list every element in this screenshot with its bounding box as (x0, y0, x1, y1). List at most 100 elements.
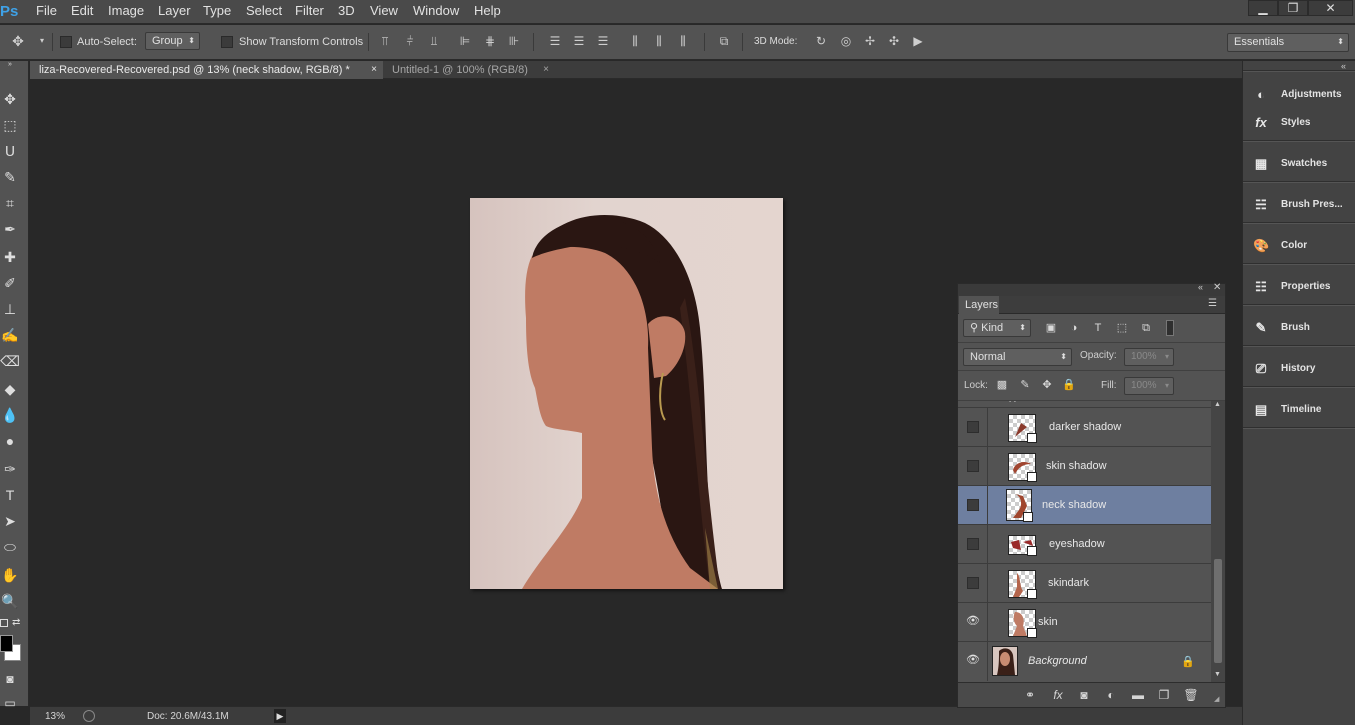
menu-edit[interactable]: Edit (71, 0, 93, 24)
filter-smart-object-icon[interactable]: ⧉ (1139, 321, 1153, 335)
filter-toggle-switch[interactable] (1166, 320, 1174, 336)
close-panel-icon[interactable]: ✕ (1213, 282, 1221, 293)
menu-layer[interactable]: Layer (158, 0, 191, 24)
menu-file[interactable]: File (36, 0, 57, 24)
path-selection-tool-icon[interactable]: ➤ (0, 509, 20, 533)
layer-name[interactable]: neck shadow (1042, 486, 1106, 525)
new-group-icon[interactable]: ▬ (1130, 687, 1146, 703)
menu-help[interactable]: Help (474, 0, 501, 24)
dock-color[interactable]: 🎨 Color (1244, 233, 1355, 259)
layer-name[interactable]: Background (1028, 642, 1087, 681)
history-brush-tool-icon[interactable]: ✍ (0, 323, 20, 347)
visibility-toggle[interactable] (958, 525, 988, 564)
blend-mode-dropdown[interactable]: Normal ⬍ (963, 348, 1072, 366)
eyedropper-tool-icon[interactable]: ✒ (0, 217, 20, 241)
screen-mode-icon[interactable]: ▭ (0, 691, 20, 715)
dock-swatches[interactable]: ▦ Swatches (1244, 151, 1355, 177)
status-info-icon[interactable] (83, 710, 95, 722)
menu-image[interactable]: Image (108, 0, 144, 24)
dock-brush[interactable]: ✎ Brush (1244, 315, 1355, 341)
layer-row-skindark[interactable]: skindark (958, 564, 1211, 603)
distribute-hcenter-icon[interactable]: ⫼ (651, 33, 667, 49)
auto-align-layers-icon[interactable]: ⧉ (716, 33, 732, 49)
layer-name[interactable]: skin shadow (1046, 447, 1107, 486)
layer-row-background[interactable]: 👁 Background 🔒 (958, 642, 1211, 681)
status-menu-arrow-icon[interactable]: ▶ (274, 709, 286, 723)
dock-properties[interactable]: ☷ Properties (1244, 274, 1355, 300)
dock-history[interactable]: ⎚ History (1244, 356, 1355, 382)
layer-row-neck-shadow[interactable]: neck shadow (958, 486, 1211, 525)
visibility-toggle[interactable] (958, 408, 988, 447)
zoom-level[interactable]: 13% (45, 711, 65, 722)
tool-preset-chevron-icon[interactable]: ▾ (34, 33, 50, 49)
menu-type[interactable]: Type (203, 0, 231, 24)
align-top-icon[interactable]: ⫪ (377, 33, 393, 49)
layers-panel-titlebar[interactable]: « ✕ (958, 282, 1225, 296)
dock-timeline[interactable]: ▤ Timeline (1244, 397, 1355, 423)
quick-mask-icon[interactable]: ◙ (0, 667, 20, 691)
3d-roll-icon[interactable]: ◎ (838, 33, 854, 49)
lock-position-icon[interactable]: ✥ (1040, 378, 1054, 392)
layer-row-partial[interactable]: ⋅⊶ (958, 401, 1211, 408)
marquee-tool-icon[interactable]: ⬚ (0, 113, 20, 137)
close-window-button[interactable]: ✕ (1308, 0, 1353, 16)
layer-row-skin[interactable]: 👁 skin (958, 603, 1211, 642)
swap-colors-icon[interactable]: ⇄ (12, 617, 20, 628)
workspace-dropdown[interactable]: Essentials ⬍ (1227, 33, 1349, 52)
foreground-color-swatch[interactable] (0, 635, 13, 652)
crop-tool-icon[interactable]: ⌗ (0, 191, 20, 215)
layer-name[interactable]: eyeshadow (1049, 525, 1105, 564)
clone-stamp-tool-icon[interactable]: ⊥ (0, 297, 20, 321)
menu-filter[interactable]: Filter (295, 0, 324, 24)
visibility-toggle[interactable]: 👁 (958, 642, 988, 681)
3d-rotate-icon[interactable]: ↻ (813, 33, 829, 49)
align-vcenter-icon[interactable]: ⫩ (402, 33, 418, 49)
document-canvas[interactable] (470, 198, 783, 589)
add-mask-icon[interactable]: ◙ (1076, 687, 1092, 703)
dock-brush-presets[interactable]: ☵ Brush Pres... (1244, 192, 1355, 218)
filter-kind-dropdown[interactable]: ⚲ Kind ⬍ (963, 319, 1031, 337)
layer-row-eyeshadow[interactable]: eyeshadow (958, 525, 1211, 564)
type-tool-icon[interactable]: T (0, 483, 20, 507)
filter-pixel-icon[interactable]: ▣ (1044, 321, 1058, 335)
menu-select[interactable]: Select (246, 0, 282, 24)
delete-layer-icon[interactable]: 🗑 (1183, 687, 1199, 703)
toolbar-collapse-icon[interactable]: » (0, 61, 20, 69)
auto-select-target-dropdown[interactable]: Group ⬍ (145, 32, 200, 50)
visibility-toggle[interactable] (958, 486, 988, 525)
hand-tool-icon[interactable]: ✋ (0, 563, 20, 587)
3d-slide-icon[interactable]: ✣ (886, 33, 902, 49)
layer-row-darker-shadow[interactable]: darker shadow (958, 408, 1211, 447)
opacity-field[interactable]: 100% ▾ (1124, 348, 1174, 366)
filter-type-icon[interactable]: T (1091, 321, 1105, 335)
visibility-toggle[interactable]: 👁 (958, 603, 988, 642)
minimize-button[interactable]: ▁ (1248, 0, 1278, 16)
dock-adjustments[interactable]: ◐ Adjustments (1244, 82, 1355, 108)
layers-scrollbar[interactable]: ▲ ▼ (1211, 401, 1225, 682)
distribute-left-icon[interactable]: ⫼ (627, 33, 643, 49)
visibility-toggle[interactable] (958, 447, 988, 486)
filter-adjustment-icon[interactable]: ◑ (1067, 321, 1081, 335)
move-tool-icon[interactable]: ✥ (10, 33, 26, 49)
layers-tab[interactable]: Layers (959, 296, 999, 314)
zoom-tool-icon[interactable]: 🔍 (0, 589, 20, 613)
layer-name[interactable]: skin (1038, 603, 1058, 642)
layer-row-skin-shadow[interactable]: skin shadow (958, 447, 1211, 486)
dodge-tool-icon[interactable]: ● (0, 429, 20, 453)
align-left-icon[interactable]: ⊫ (457, 33, 473, 49)
menu-3d[interactable]: 3D (338, 0, 355, 24)
scrollbar-thumb[interactable] (1214, 559, 1222, 663)
blur-tool-icon[interactable]: 💧 (0, 403, 20, 427)
healing-brush-tool-icon[interactable]: ✚ (0, 245, 20, 269)
ellipse-tool-icon[interactable]: ⬭ (0, 535, 20, 559)
fill-field[interactable]: 100% ▾ (1124, 377, 1174, 395)
auto-select-checkbox[interactable] (60, 36, 72, 48)
scroll-down-icon[interactable]: ▼ (1214, 671, 1221, 678)
quick-selection-tool-icon[interactable]: ✎ (0, 165, 20, 189)
visibility-toggle[interactable] (958, 564, 988, 603)
3d-drag-icon[interactable]: ✢ (862, 33, 878, 49)
layer-name[interactable]: darker shadow (1049, 408, 1121, 447)
distribute-vcenter-icon[interactable]: ☰ (571, 33, 587, 49)
align-hcenter-icon[interactable]: ⋕ (482, 33, 498, 49)
menu-window[interactable]: Window (413, 0, 459, 24)
